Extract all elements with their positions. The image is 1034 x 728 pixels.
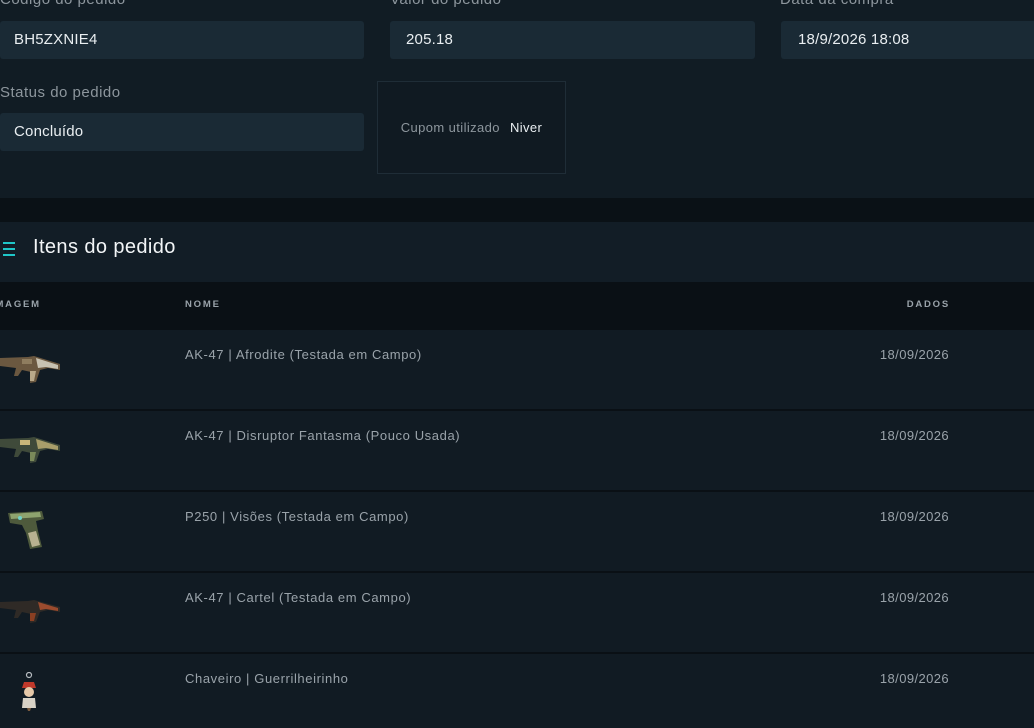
item-name: P250 | Visões (Testada em Campo) (185, 509, 409, 524)
pistol-icon (8, 511, 44, 549)
items-table-header (0, 282, 1034, 330)
section-divider (0, 198, 1034, 222)
rifle-icon (0, 600, 60, 623)
order-details-panel: Código do pedido BH5ZXNIE4 Valor do pedi… (0, 0, 1034, 198)
table-row[interactable] (0, 573, 1034, 652)
purchase-date-field[interactable]: 18/9/2026 18:08 (781, 21, 1034, 59)
item-date: 18/09/2026 (879, 509, 949, 524)
rifle-icon (0, 437, 60, 463)
rifle-icon (0, 356, 60, 383)
order-code-field[interactable]: BH5ZXNIE4 (0, 21, 364, 59)
coupon-box: Cupom utilizado Niver (377, 81, 566, 174)
order-status-field[interactable]: Concluído (0, 113, 364, 151)
item-date: 18/09/2026 (879, 347, 949, 362)
order-code-label: Código do pedido (0, 0, 126, 8)
table-row[interactable] (0, 492, 1034, 571)
column-header-image: IMAGEM (0, 299, 41, 310)
order-status-label: Status do pedido (0, 84, 121, 101)
purchase-date-label: Data da compra (780, 0, 894, 8)
coupon-label: Cupom utilizado (400, 120, 500, 135)
table-row[interactable] (0, 330, 1034, 409)
item-date: 18/09/2026 (879, 428, 949, 443)
table-row[interactable] (0, 411, 1034, 490)
item-name: Chaveiro | Guerrilheirinho (185, 671, 349, 686)
items-section-title: Itens do pedido (33, 236, 176, 258)
order-value-field[interactable]: 205.18 (390, 21, 755, 59)
column-header-name: NOME (185, 299, 221, 310)
item-date: 18/09/2026 (879, 671, 949, 686)
order-value-label: Valor do pedido (390, 0, 501, 8)
item-name: AK-47 | Cartel (Testada em Campo) (185, 590, 412, 605)
order-details-page: Código do pedido BH5ZXNIE4 Valor do pedi… (0, 0, 1034, 728)
table-row[interactable] (0, 654, 1034, 728)
coupon-value: Niver (509, 120, 543, 135)
menu-list-icon (3, 242, 15, 256)
item-name: AK-47 | Afrodite (Testada em Campo) (185, 347, 422, 362)
item-date: 18/09/2026 (879, 590, 949, 605)
column-header-date: DADOS (906, 299, 950, 310)
keychain-icon (22, 672, 36, 711)
item-name: AK-47 | Disruptor Fantasma (Pouco Usada) (185, 428, 461, 443)
